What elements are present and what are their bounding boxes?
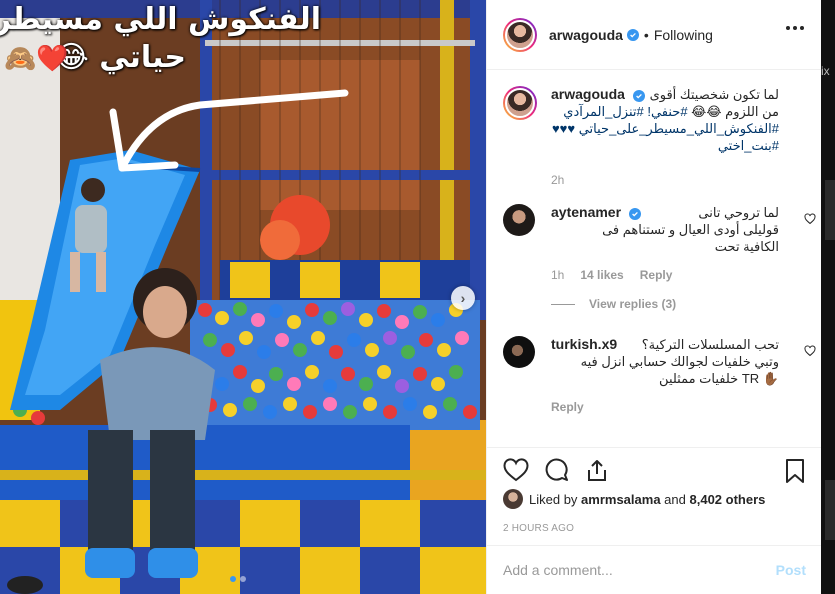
comment-text-line1: لما تروحي تانى: [698, 205, 779, 220]
caption-line2: من اللزوم 😂😂 #حنفي! #تنزل_المرآدي: [551, 103, 779, 120]
post-side-panel: arwagouda • Following arwagouda لما تكون…: [486, 0, 822, 594]
add-comment-bar: Post: [487, 545, 822, 594]
post-photo-scene: [0, 0, 486, 594]
comment-item: turkish.x9 تحب المسلسلات التركية؟ وتبي خ…: [503, 336, 816, 436]
commenter-avatar[interactable]: [503, 336, 535, 368]
more-options-icon[interactable]: [786, 26, 804, 30]
comment-like-heart-icon[interactable]: [804, 212, 816, 230]
background-page-edge: ix: [821, 0, 835, 594]
header-separator: •: [643, 26, 649, 43]
carousel-dot-active: [230, 576, 236, 582]
post-actions: Liked by amrmsalama and 8,402 others 2 H…: [487, 447, 822, 534]
comment-text-line3: الكافية تحت: [714, 239, 779, 254]
photo-caption-line2: حياتي 😂: [53, 40, 186, 75]
commenter-avatar[interactable]: [503, 204, 535, 236]
caption-time: 2h: [551, 173, 565, 187]
carousel-dots: [230, 576, 246, 582]
caption-author-avatar[interactable]: [503, 86, 537, 120]
next-photo-button[interactable]: ›: [451, 286, 475, 310]
comment-likes[interactable]: 14 likes: [580, 267, 623, 284]
following-button[interactable]: Following: [654, 27, 713, 43]
author-username[interactable]: arwagouda: [549, 27, 623, 43]
post-header: arwagouda • Following: [487, 0, 822, 70]
comment-text-line1: تحب المسلسلات التركية؟: [641, 337, 779, 352]
comment-like-heart-icon[interactable]: [804, 344, 816, 362]
likes-middle: and: [664, 491, 686, 507]
likes-prefix: Liked by: [529, 491, 578, 507]
verified-badge-icon: [632, 89, 645, 102]
likes-summary[interactable]: Liked by amrmsalama and 8,402 others: [503, 489, 765, 509]
caption-username[interactable]: arwagouda: [551, 86, 625, 102]
caption-line1: لما تكون شخصيتك أقوى: [649, 87, 779, 102]
verified-badge-icon: [626, 28, 639, 41]
comment-text-line2: قوليلى أودى العيال و تستناهم فى: [602, 222, 779, 237]
comment-time: 1h: [551, 268, 565, 282]
photo-caption-emojis: 🙈❤️: [4, 44, 69, 74]
post-comment-button[interactable]: Post: [776, 562, 806, 578]
caption-line2-prefix: من اللزوم 😂😂: [687, 104, 779, 119]
author-avatar[interactable]: [503, 17, 537, 52]
likes-count[interactable]: 8,402 others: [690, 492, 766, 507]
liker-username[interactable]: amrmsalama: [581, 492, 661, 507]
comment-item: aytenamer لما تروحي تانى قوليلى أودى الع…: [503, 204, 816, 334]
reply-button[interactable]: Reply: [640, 267, 673, 284]
caption-hashtag-line3[interactable]: #الفنكوش_اللي_مسيطر_على_حياتي ♥♥♥: [551, 120, 779, 137]
comment-text-line2: وتبي خلفيات لجوالك حسابي انزل فيه: [580, 354, 779, 369]
comments-list: arwagouda لما تكون شخصيتك أقوى من اللزوم…: [487, 70, 822, 447]
view-replies-button[interactable]: View replies (3): [551, 296, 779, 313]
bookmark-icon[interactable]: [784, 458, 806, 489]
heart-icon[interactable]: [503, 458, 529, 487]
caption-hashtags[interactable]: #حنفي! #تنزل_المرآدي: [563, 104, 687, 119]
comment-icon[interactable]: [545, 458, 569, 487]
verified-badge-icon: [629, 207, 642, 220]
liker-avatar: [503, 489, 523, 509]
photo-caption-line1: الفنكوش اللي مسيطر على: [0, 2, 321, 37]
reply-button[interactable]: Reply: [551, 399, 584, 416]
post-timestamp: 2 HOURS AGO: [503, 523, 575, 534]
post-photo[interactable]: الفنكوش اللي مسيطر على حياتي 😂 🙈❤️ ›: [0, 0, 486, 594]
commenter-username[interactable]: aytenamer: [551, 204, 621, 220]
background-text-fragment: ix: [821, 64, 830, 78]
caption-hashtag-line4[interactable]: #بنت_اختي: [551, 137, 779, 154]
view-replies-label: View replies (3): [589, 297, 677, 311]
share-icon[interactable]: [585, 458, 609, 487]
post-caption: arwagouda لما تكون شخصيتك أقوى من اللزوم…: [503, 86, 808, 196]
carousel-dot: [240, 576, 246, 582]
comment-text-line3: ✋🏾 TR خلفيات ممثلين: [659, 371, 779, 386]
comment-input[interactable]: [503, 562, 776, 578]
commenter-username[interactable]: turkish.x9: [551, 336, 617, 353]
next-arrow-icon: ›: [460, 290, 466, 306]
